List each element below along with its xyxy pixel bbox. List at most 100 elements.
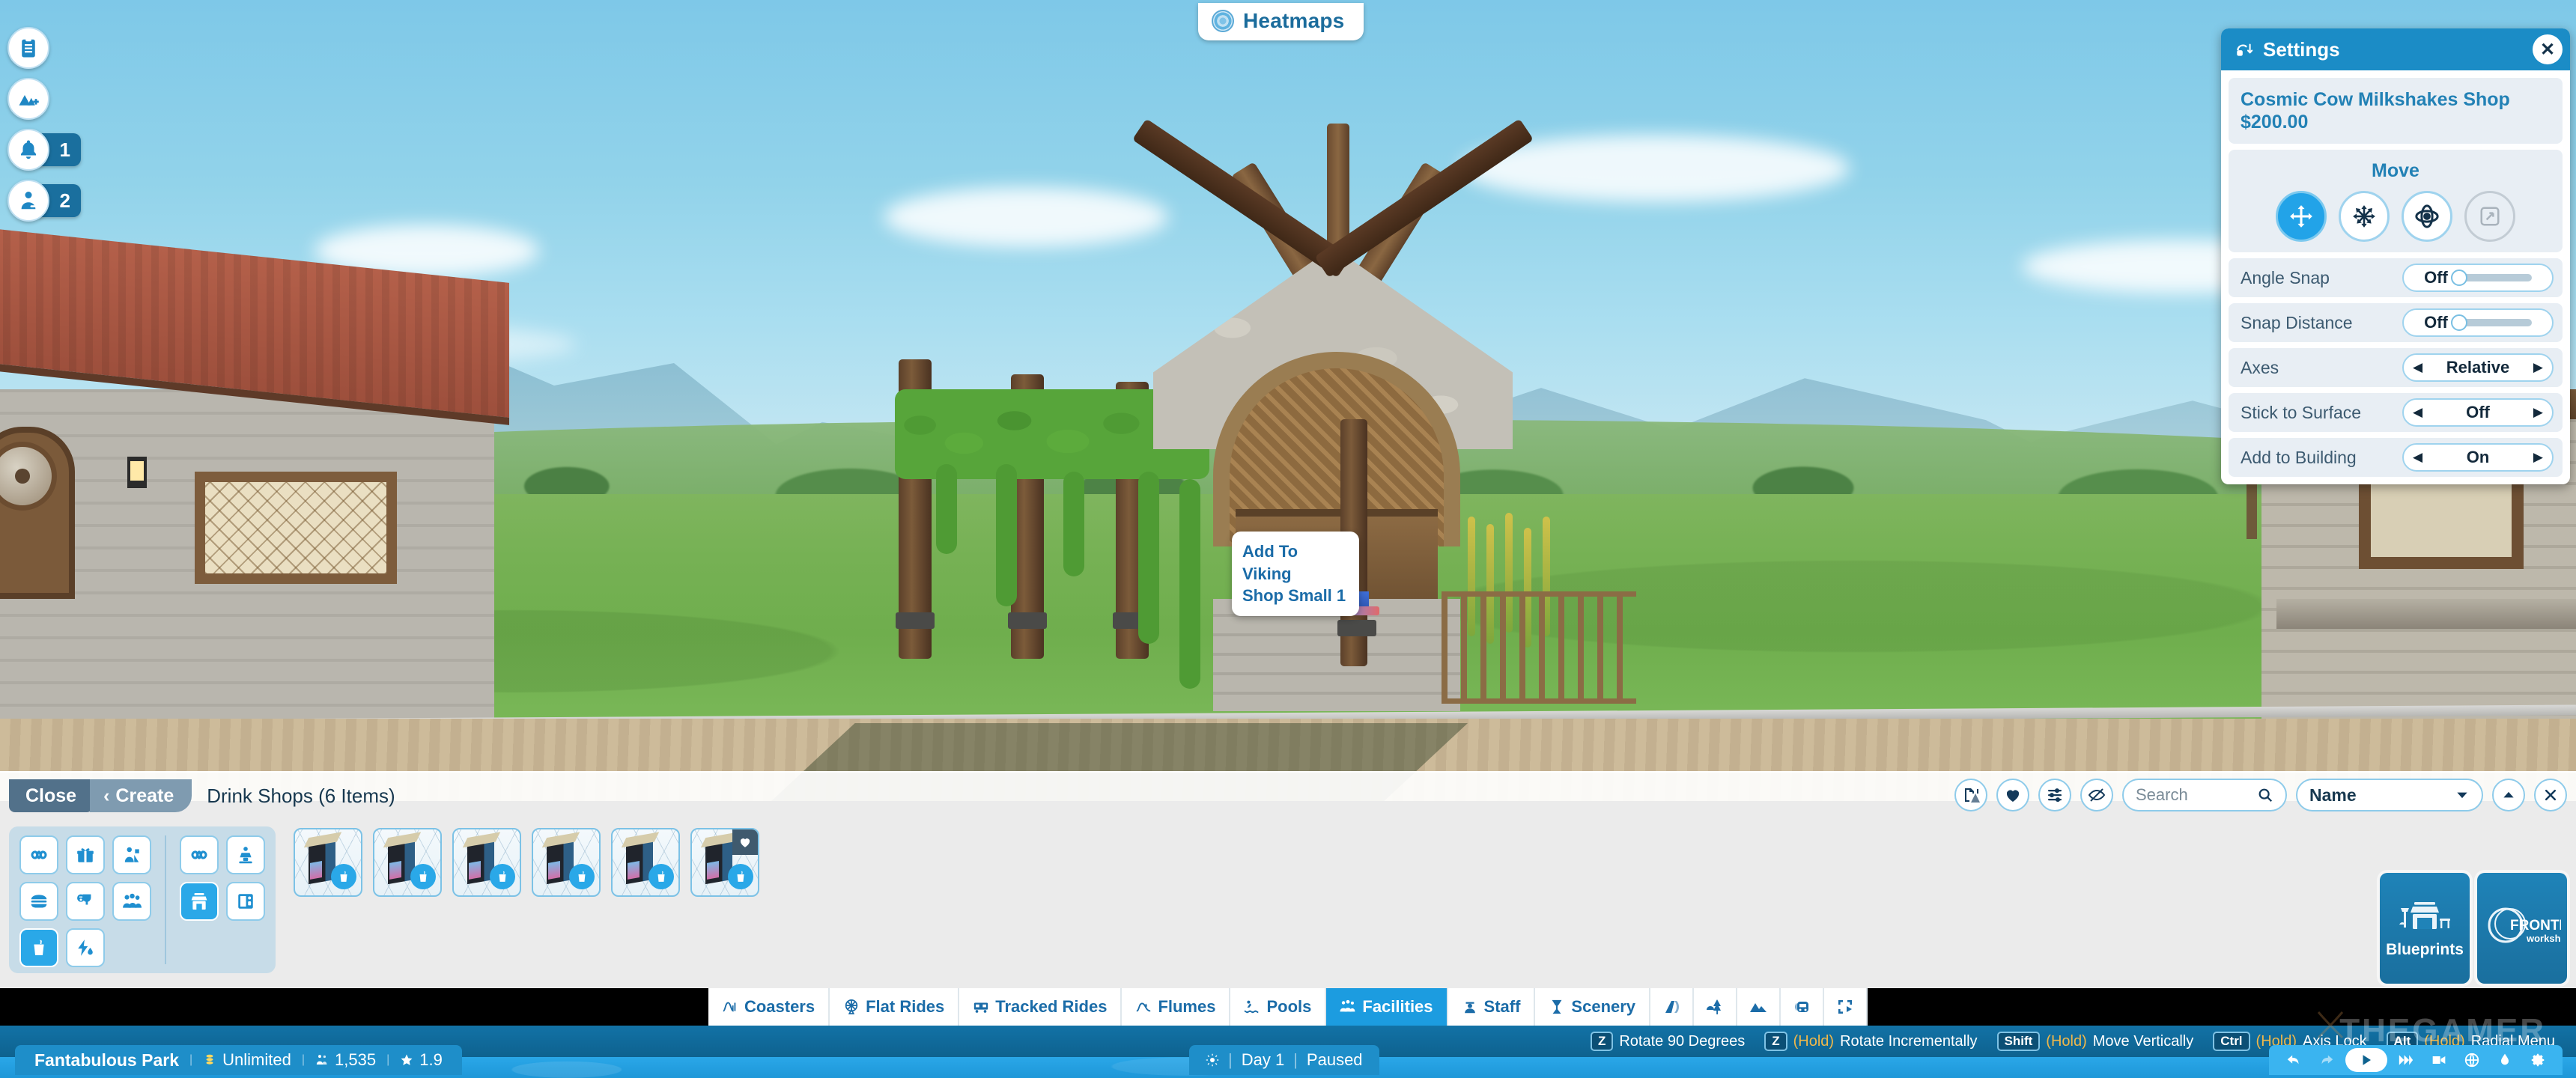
clipboard-icon[interactable] bbox=[7, 27, 49, 69]
filters-sliders-icon[interactable] bbox=[2038, 779, 2071, 811]
snap-distance-slider[interactable]: Off bbox=[2402, 308, 2554, 338]
settings-move-icon bbox=[2235, 40, 2254, 59]
close-browser-button[interactable]: Close bbox=[9, 779, 94, 812]
tab-coasters[interactable]: Coasters bbox=[708, 988, 830, 1026]
sidebar-item-staff-alerts[interactable]: 2 bbox=[7, 180, 81, 222]
tab-pools[interactable]: Pools bbox=[1230, 988, 1327, 1026]
bell-icon[interactable] bbox=[7, 129, 49, 171]
close-icon[interactable]: ✕ bbox=[2533, 34, 2563, 64]
slider-knob[interactable] bbox=[2450, 314, 2467, 332]
star-icon bbox=[400, 1053, 413, 1067]
placement-tooltip: Add To Viking Shop Small 1 bbox=[1232, 532, 1359, 617]
move-section: Move bbox=[2229, 150, 2563, 253]
person-alert-icon[interactable] bbox=[7, 180, 49, 222]
hotkey-label: Rotate 90 Degrees bbox=[1619, 1032, 1746, 1050]
hotkey-rotate-incremental: Z (Hold) Rotate Incrementally bbox=[1764, 1032, 1978, 1051]
create-breadcrumb-button[interactable]: ‹ Create bbox=[90, 779, 192, 812]
weather-icon[interactable] bbox=[2491, 1048, 2519, 1072]
favourite-heart-icon bbox=[732, 829, 758, 855]
hide-unavailable-icon[interactable] bbox=[2080, 779, 2113, 811]
undo-arrow-icon[interactable] bbox=[2279, 1048, 2308, 1072]
tab-transport[interactable] bbox=[1781, 988, 1825, 1026]
collapse-panel-button[interactable] bbox=[2492, 779, 2525, 811]
slider-track[interactable] bbox=[2450, 314, 2532, 332]
tab-flumes[interactable]: Flumes bbox=[1122, 988, 1231, 1026]
search-input[interactable]: Search bbox=[2122, 779, 2287, 811]
gear-icon[interactable] bbox=[2524, 1048, 2552, 1072]
tab-scenery[interactable]: Scenery bbox=[1535, 988, 1651, 1026]
sort-select[interactable]: Name bbox=[2296, 779, 2483, 811]
stepper-next-icon[interactable]: ▶ bbox=[2533, 360, 2543, 375]
close-panel-button[interactable] bbox=[2534, 779, 2567, 811]
drink-cup-icon bbox=[728, 864, 753, 889]
frontier-workshop-button[interactable]: FRONTIER workshop bbox=[2477, 873, 2567, 984]
tab-trees[interactable] bbox=[1694, 988, 1738, 1026]
angle-snap-slider[interactable]: Off bbox=[2402, 264, 2554, 293]
energy-drink-icon[interactable] bbox=[66, 928, 105, 967]
slider-knob[interactable] bbox=[2450, 270, 2467, 287]
item-tile[interactable] bbox=[452, 828, 521, 897]
guest-group-icon[interactable] bbox=[112, 882, 151, 921]
play-triangle-icon[interactable] bbox=[2345, 1048, 2387, 1072]
sidebar-item-scenery-add[interactable] bbox=[7, 78, 81, 120]
slider-track[interactable] bbox=[2450, 270, 2532, 287]
tab-facilities[interactable]: Facilities bbox=[1326, 988, 1448, 1026]
sidebar-item-notifications[interactable]: 1 bbox=[7, 129, 81, 171]
stepper-prev-icon[interactable]: ◀ bbox=[2413, 450, 2422, 465]
food-burger-icon[interactable] bbox=[19, 882, 58, 921]
item-tile[interactable] bbox=[611, 828, 680, 897]
setting-row-add-to-building: Add to Building ◀ On ▶ bbox=[2229, 438, 2563, 478]
tab-triggers[interactable] bbox=[1824, 988, 1868, 1026]
gift-shop-icon[interactable] bbox=[66, 835, 105, 874]
four-way-arrows-icon[interactable] bbox=[2276, 191, 2327, 243]
browser-title: Drink Shops (6 Items) bbox=[207, 784, 395, 807]
tab-terrain[interactable] bbox=[1737, 988, 1781, 1026]
blueprints-button[interactable]: Blueprints bbox=[2380, 873, 2470, 984]
fast-forward-icon[interactable] bbox=[2392, 1048, 2420, 1072]
move-title: Move bbox=[2372, 160, 2419, 182]
axes-stepper[interactable]: ◀ Relative ▶ bbox=[2402, 353, 2554, 383]
all-infinite-icon[interactable] bbox=[180, 835, 219, 874]
first-aid-staff-icon[interactable] bbox=[112, 835, 151, 874]
setting-value: On bbox=[2466, 448, 2490, 467]
heatmaps-button[interactable]: Heatmaps bbox=[1198, 3, 1364, 40]
all-infinite-icon[interactable] bbox=[19, 835, 58, 874]
stick-to-surface-stepper[interactable]: ◀ Off ▶ bbox=[2402, 398, 2554, 427]
six-way-arrows-icon[interactable] bbox=[2339, 191, 2390, 243]
globe-icon[interactable] bbox=[2458, 1048, 2486, 1072]
park-name: Fantabulous Park bbox=[34, 1050, 179, 1070]
tab-flat-rides[interactable]: Flat Rides bbox=[830, 988, 960, 1026]
stepper-next-icon[interactable]: ▶ bbox=[2533, 405, 2543, 420]
redo-arrow-icon[interactable] bbox=[2312, 1048, 2341, 1072]
add-to-building-stepper[interactable]: ◀ On ▶ bbox=[2402, 443, 2554, 472]
tab-staff[interactable]: Staff bbox=[1448, 988, 1536, 1026]
item-tile[interactable] bbox=[690, 828, 759, 897]
ferris-wheel-icon bbox=[843, 999, 860, 1015]
orbit-rotate-icon[interactable] bbox=[2402, 191, 2452, 243]
sidebar-item-objectives[interactable] bbox=[7, 27, 81, 69]
tab-label: Scenery bbox=[1571, 997, 1636, 1016]
item-tile[interactable] bbox=[373, 828, 442, 897]
create-label: Create bbox=[115, 785, 174, 806]
favourites-heart-icon[interactable] bbox=[1996, 779, 2029, 811]
stepper-prev-icon[interactable]: ◀ bbox=[2413, 360, 2422, 375]
setting-value: Off bbox=[2424, 313, 2448, 332]
tab-tracked-rides[interactable]: Tracked Rides bbox=[959, 988, 1123, 1026]
svg-text:workshop: workshop bbox=[2526, 933, 2561, 944]
stepper-next-icon[interactable]: ▶ bbox=[2533, 450, 2543, 465]
stepper-prev-icon[interactable]: ◀ bbox=[2413, 405, 2422, 420]
hotkey-label: Move Vertically bbox=[2092, 1032, 2194, 1050]
tab-paths[interactable] bbox=[1650, 988, 1695, 1026]
toilet-icon[interactable] bbox=[66, 882, 105, 921]
hotkey-move-vertically: Shift (Hold) Move Vertically bbox=[1996, 1032, 2194, 1051]
information-kiosk-icon[interactable] bbox=[226, 835, 265, 874]
vending-machine-icon[interactable] bbox=[226, 882, 265, 921]
camera-icon[interactable] bbox=[2425, 1048, 2453, 1072]
item-tile[interactable] bbox=[532, 828, 601, 897]
mountain-plus-icon[interactable] bbox=[7, 78, 49, 120]
item-tile[interactable] bbox=[294, 828, 362, 897]
drink-cup-icon[interactable] bbox=[19, 928, 58, 967]
trees-icon bbox=[1706, 998, 1724, 1016]
shop-stall-icon[interactable] bbox=[180, 882, 219, 921]
research-icon[interactable] bbox=[1954, 779, 1987, 811]
